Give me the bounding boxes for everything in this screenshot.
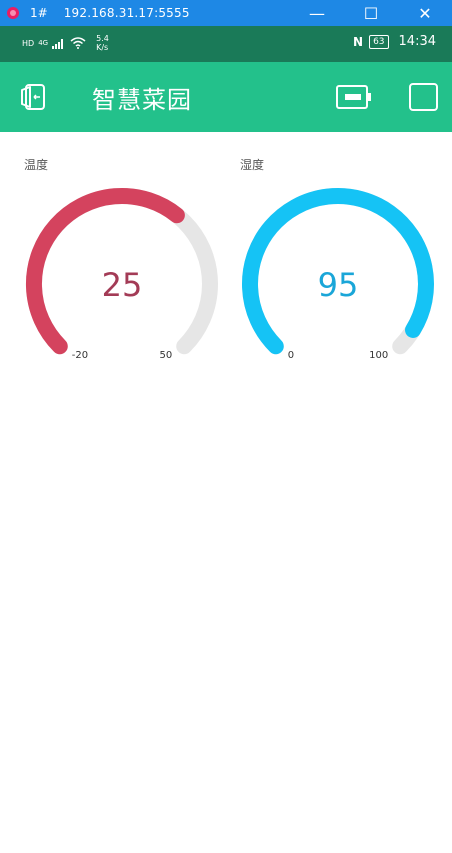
humidity-gauge: 95 0 100: [242, 188, 434, 361]
gauge-value: 25: [102, 266, 143, 304]
app-logo-icon: [7, 7, 19, 19]
battery-level: 63: [373, 36, 385, 47]
minimize-button[interactable]: —: [290, 0, 344, 26]
gauge-value: 95: [318, 266, 359, 304]
device-address: 192.168.31.17:5555: [63, 6, 190, 20]
speed-value: 5.4: [96, 34, 109, 43]
clock: 14:34: [398, 34, 436, 49]
gauge-label-humidity: 湿度: [240, 158, 265, 172]
network-speed: 5.4 K/s: [96, 34, 109, 52]
app-bar: 智慧菜园: [0, 62, 452, 132]
battery-icon: 63: [369, 34, 389, 49]
close-button[interactable]: ✕: [398, 0, 452, 26]
gauge-max: 50: [159, 350, 172, 361]
gauge-max: 100: [369, 350, 388, 361]
maximize-button[interactable]: ☐: [344, 0, 398, 26]
battery-panel-icon[interactable]: [335, 84, 373, 110]
exit-icon[interactable]: [20, 82, 50, 112]
wifi-icon: [70, 37, 86, 49]
window-titlebar: 1# 192.168.31.17:5555 — ☐ ✕: [0, 0, 452, 26]
speed-unit: K/s: [96, 43, 109, 52]
nfc-icon: N: [353, 34, 364, 49]
network-type: 4G: [38, 39, 49, 47]
gauge-min: -20: [72, 350, 88, 361]
square-icon[interactable]: [408, 82, 440, 112]
window-controls: — ☐ ✕: [290, 0, 452, 26]
dashboard: 温度 湿度 25 -20 50 95 0 100: [0, 132, 452, 853]
temperature-gauge: 25 -20 50: [25, 187, 218, 361]
gauge-min: 0: [288, 350, 294, 361]
hd-badge: HD: [22, 38, 35, 48]
signal-icon: [52, 39, 64, 49]
gauge-label-temperature: 温度: [24, 158, 49, 172]
status-bar: HD 4G 5.4 K/s N 63 14:34: [0, 26, 452, 62]
session-id: 1#: [30, 6, 48, 20]
page-title: 智慧菜园: [92, 86, 192, 114]
